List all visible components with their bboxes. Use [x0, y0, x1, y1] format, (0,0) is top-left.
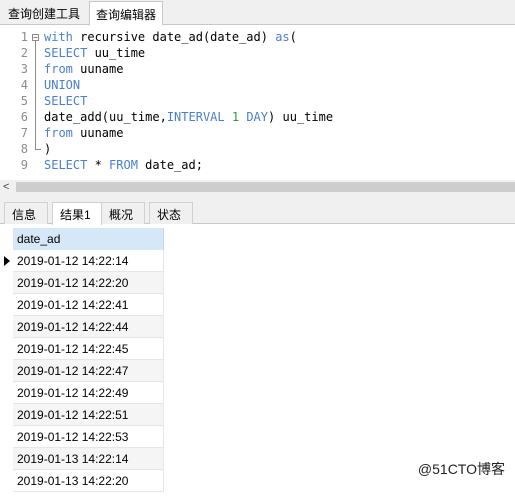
line-number: 7 — [20, 126, 28, 140]
line-number: 5 — [20, 94, 28, 108]
tab-result-1[interactable]: 结果1 — [52, 202, 102, 225]
code-text: from uuname — [44, 61, 123, 77]
editor-horizontal-scrollbar[interactable]: < — [0, 180, 515, 194]
tab-query-editor[interactable]: 查询编辑器 — [89, 1, 163, 26]
sql-text: ( — [289, 30, 297, 44]
sql-keyword: DAY — [246, 110, 269, 124]
line-number: 9 — [20, 158, 28, 172]
code-text: SELECT uu_time — [44, 45, 145, 61]
table-row[interactable]: 2019-01-12 14:22:44 — [13, 316, 164, 338]
sql-text: date_ad; — [137, 158, 203, 172]
tab-profile[interactable]: 概况 — [101, 202, 145, 224]
code-text: SELECT — [44, 93, 87, 109]
current-row-pointer-icon — [4, 256, 10, 266]
code-line[interactable]: 1 with recursive date_ad(date_ad) as( — [0, 29, 515, 45]
code-line[interactable]: 2 SELECT uu_time — [0, 45, 515, 61]
table-row[interactable]: 2019-01-13 14:22:20 — [13, 470, 164, 492]
code-line[interactable]: 8) — [0, 141, 515, 157]
sql-number: 1 — [231, 110, 240, 124]
code-line[interactable]: 4 UNION — [0, 77, 515, 93]
row-marker-column — [0, 250, 13, 499]
sql-keyword: SELECT — [44, 94, 88, 108]
code-text: from uuname — [44, 125, 123, 141]
line-number: 6 — [20, 110, 28, 124]
column-header-date-ad[interactable]: date_ad — [13, 228, 164, 250]
sql-keyword: as — [275, 30, 290, 44]
sql-keyword: from — [44, 126, 73, 140]
sql-keyword: UNION — [44, 78, 81, 92]
sql-text: uu_time — [87, 46, 146, 60]
sql-text: date_add(uu_time, — [44, 110, 167, 124]
result-tab-strip: 信息 结果1 概况 状态 — [0, 202, 515, 225]
sql-text: uuname — [72, 62, 124, 76]
code-line[interactable]: 9 SELECT * FROM date_ad; — [0, 157, 515, 173]
sql-keyword: from — [44, 62, 73, 76]
scrollbar-thumb[interactable] — [16, 182, 515, 192]
sql-keyword: INTERVAL — [166, 110, 225, 124]
sql-text: uuname — [72, 126, 124, 140]
sql-keyword: FROM — [109, 158, 138, 172]
line-number: 1 — [20, 30, 28, 44]
tab-status[interactable]: 状态 — [149, 202, 193, 224]
code-text: ) — [44, 141, 51, 157]
table-row[interactable]: 2019-01-12 14:22:47 — [13, 360, 164, 382]
table-row[interactable]: 2019-01-12 14:22:14 — [13, 250, 164, 272]
watermark: @51CTO博客 — [417, 461, 505, 477]
sql-keyword: with — [44, 30, 73, 44]
sql-text: ) — [44, 142, 52, 156]
table-row[interactable]: 2019-01-12 14:22:41 — [13, 294, 164, 316]
tab-info[interactable]: 信息 — [4, 202, 48, 224]
code-line[interactable]: 6 date_add(uu_time,INTERVAL 1 DAY) uu_tim… — [0, 109, 515, 125]
pane-splitter[interactable] — [0, 194, 515, 202]
table-row[interactable]: 2019-01-12 14:22:20 — [13, 272, 164, 294]
fold-end-marker — [35, 149, 41, 150]
code-text: with recursive date_ad(date_ad) as( — [44, 29, 297, 45]
scroll-left-arrow-icon[interactable]: < — [3, 180, 9, 194]
code-text: UNION — [44, 77, 80, 93]
code-line[interactable]: 3 from uuname — [0, 61, 515, 77]
sql-text: recursive date_ad(date_ad) — [72, 30, 276, 44]
sql-keyword: SELECT — [44, 158, 88, 172]
line-number: 4 — [20, 78, 28, 92]
sql-text: ) uu_time — [268, 110, 334, 124]
sql-keyword: SELECT — [44, 46, 88, 60]
fold-guide-line — [35, 41, 36, 149]
code-text: SELECT * FROM date_ad; — [44, 157, 203, 173]
query-tab-strip: 查询创建工具 查询编辑器 — [0, 0, 515, 26]
line-number: 8 — [20, 142, 28, 156]
table-row[interactable]: 2019-01-13 14:22:14 — [13, 448, 164, 470]
line-number: 2 — [20, 46, 28, 60]
tab-query-builder[interactable]: 查询创建工具 — [2, 1, 88, 25]
sql-editor[interactable]: 1 with recursive date_ad(date_ad) as(2 SEL… — [0, 26, 515, 180]
fold-collapse-icon[interactable]: − — [32, 34, 39, 42]
code-line[interactable]: 7 from uuname — [0, 125, 515, 141]
sql-text: * — [87, 158, 110, 172]
code-line[interactable]: 5 SELECT — [0, 93, 515, 109]
code-text: date_add(uu_time,INTERVAL 1 DAY) uu_time — [44, 109, 333, 125]
table-row[interactable]: 2019-01-12 14:22:51 — [13, 404, 164, 426]
line-number: 3 — [20, 62, 28, 76]
table-row[interactable]: 2019-01-12 14:22:45 — [13, 338, 164, 360]
table-row[interactable]: 2019-01-12 14:22:53 — [13, 426, 164, 448]
table-row[interactable]: 2019-01-12 14:22:49 — [13, 382, 164, 404]
